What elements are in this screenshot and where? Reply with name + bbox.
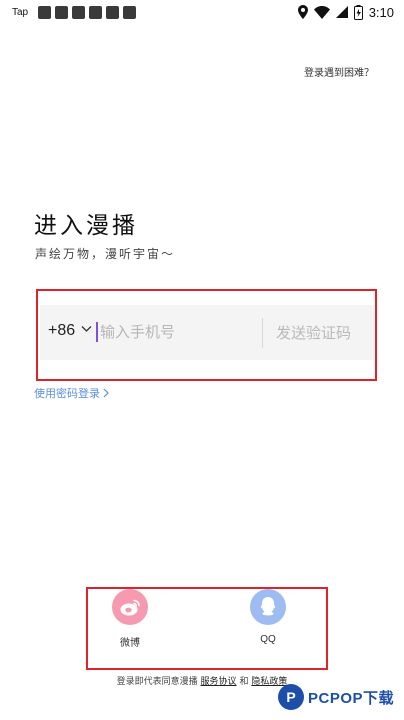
- chevron-right-icon: [103, 388, 109, 398]
- qq-login-button[interactable]: QQ: [238, 589, 298, 645]
- weibo-icon: [112, 589, 148, 625]
- status-time: 3:10: [368, 4, 394, 20]
- battery-icon: [353, 4, 363, 20]
- notification-icon: [72, 5, 86, 19]
- status-bar: Tap 3:10: [0, 0, 404, 24]
- page-subtitle: 声绘万物，漫听宇宙～: [35, 247, 176, 261]
- pcpop-brand-text: PCPOP下载: [308, 689, 395, 707]
- weibo-login-button[interactable]: 微博: [100, 589, 160, 649]
- location-icon: [297, 5, 308, 19]
- country-code-select[interactable]: +86: [48, 322, 75, 340]
- qq-label: QQ: [260, 634, 276, 645]
- notification-icon: [89, 5, 103, 19]
- service-agreement-link[interactable]: 服务协议: [201, 677, 237, 687]
- login-help-link[interactable]: 登录遇到困难？: [304, 64, 374, 79]
- input-divider: [262, 318, 263, 348]
- status-left: Tap: [12, 4, 137, 20]
- notification-icon: [38, 5, 52, 19]
- pcpop-logo-icon: P: [278, 684, 304, 710]
- wifi-icon: [313, 5, 330, 19]
- text-cursor: [96, 322, 98, 342]
- signal-icon: [335, 6, 348, 18]
- send-code-button[interactable]: 发送验证码: [276, 322, 351, 343]
- agreement-and: 和: [239, 677, 249, 687]
- password-login-label: 使用密码登录: [34, 387, 100, 400]
- status-app-label: Tap: [12, 6, 29, 18]
- agreement-prefix: 登录即代表同意漫播: [116, 677, 198, 687]
- password-login-link[interactable]: 使用密码登录: [34, 385, 109, 401]
- qq-icon: [250, 589, 286, 625]
- notification-icon: [55, 5, 69, 19]
- phone-input-row: +86 发送验证码: [40, 305, 374, 360]
- page-title: 进入漫播: [34, 213, 138, 239]
- pcpop-watermark-logo: P PCPOP下载: [278, 684, 394, 710]
- weibo-label: 微博: [120, 638, 140, 649]
- phone-number-input[interactable]: [100, 319, 250, 345]
- notification-icon: [106, 5, 120, 19]
- status-right: 3:10: [297, 3, 394, 21]
- chevron-down-icon[interactable]: [81, 325, 92, 333]
- notification-icon: [123, 5, 137, 19]
